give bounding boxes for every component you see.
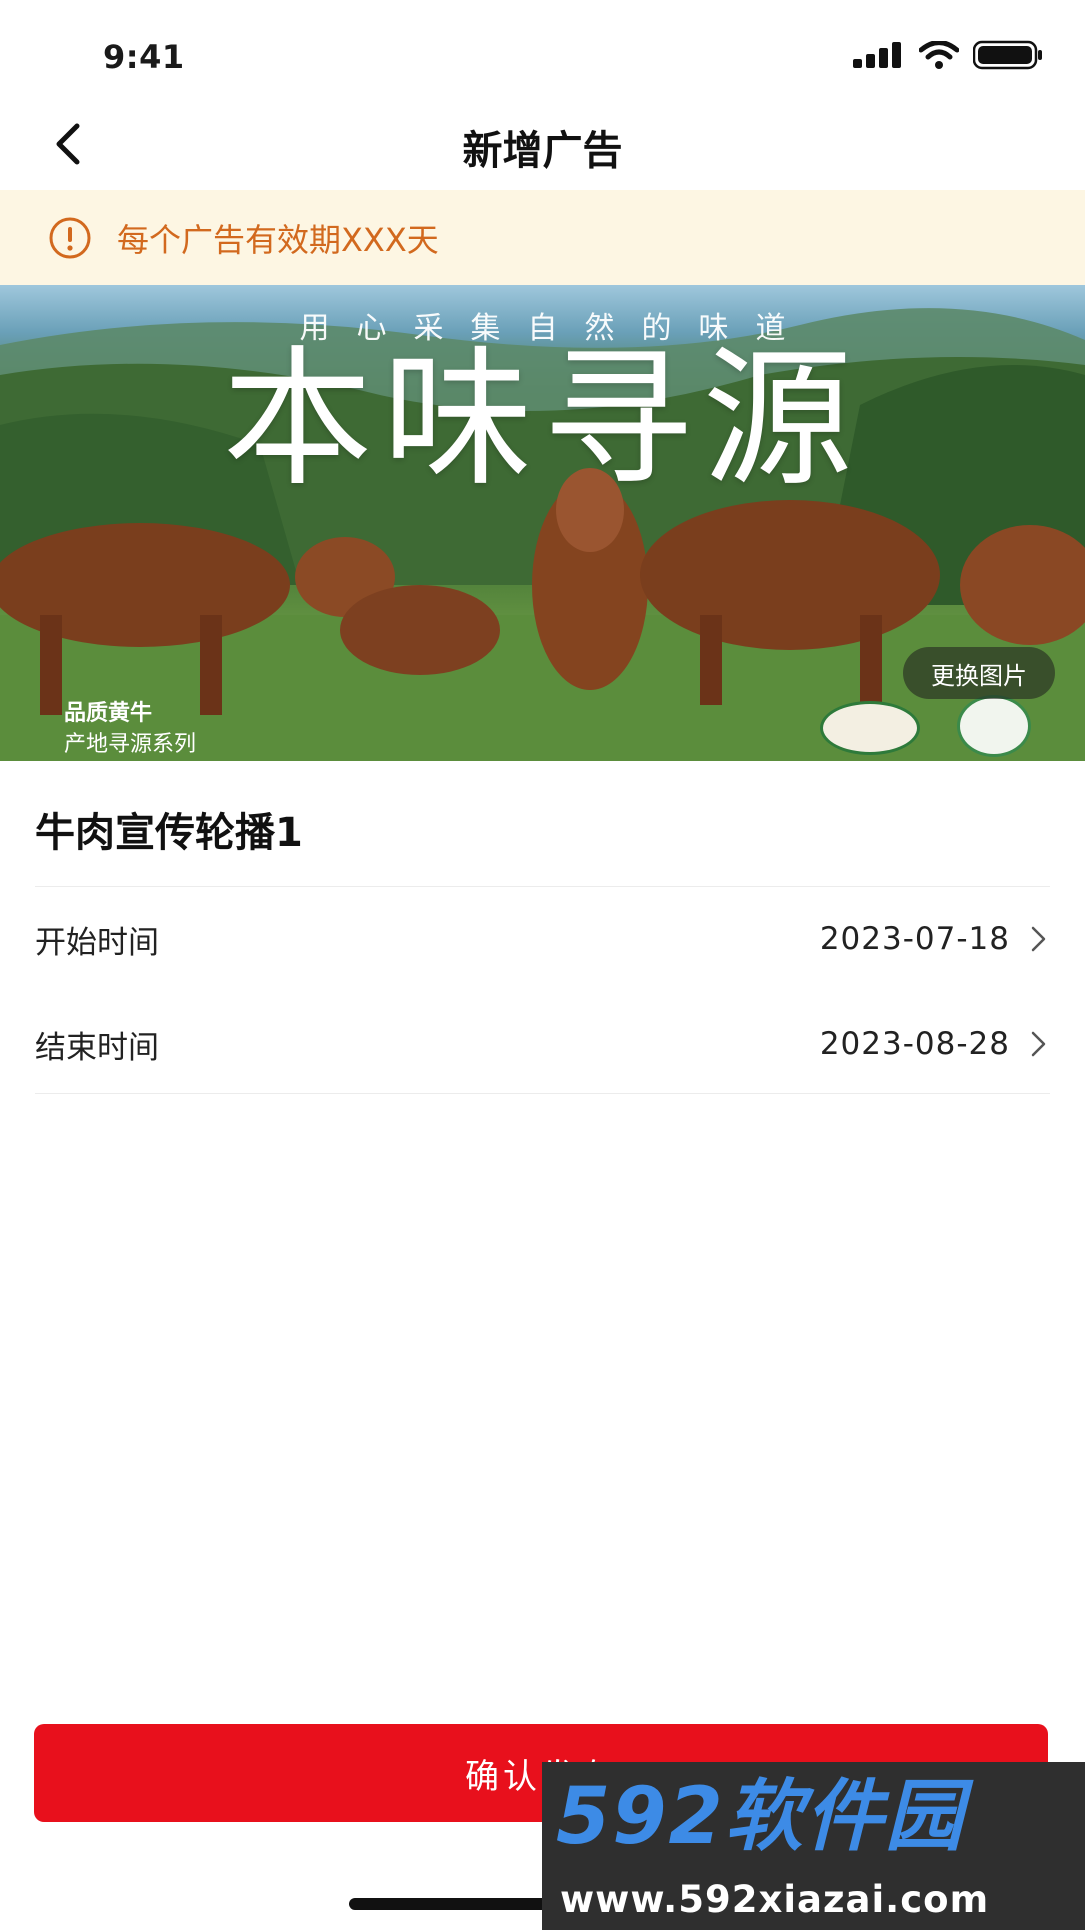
banner-title: 本味寻源 — [222, 333, 863, 507]
end-time-value: 2023-08-28 — [819, 1026, 1010, 1062]
ad-banner-image: 用心采集自然的味道 本味寻源 品质黄牛 产地寻源系列 更换图片 — [0, 285, 1085, 761]
divider — [35, 1093, 1050, 1094]
status-icons — [853, 40, 1043, 70]
green-food-badge — [957, 695, 1031, 757]
status-time: 9:41 — [103, 38, 185, 76]
chevron-right-icon — [1031, 1031, 1046, 1057]
start-time-row[interactable]: 开始时间 2023-07-18 — [35, 904, 1050, 974]
certification-badge — [820, 701, 920, 755]
page-title: 新增广告 — [462, 128, 623, 174]
start-time-label: 开始时间 — [35, 924, 159, 961]
nav-bar: 新增广告 — [0, 100, 1085, 190]
chevron-right-icon — [1031, 926, 1046, 952]
exclamation-circle-icon — [49, 217, 91, 258]
notice-text: 每个广告有效期XXX天 — [117, 220, 439, 259]
watermark-url: www.592xiazai.com — [560, 1878, 990, 1921]
start-time-value: 2023-07-18 — [819, 921, 1010, 957]
change-image-button[interactable]: 更换图片 — [903, 647, 1055, 699]
cellular-signal-icon — [853, 42, 901, 68]
end-time-row[interactable]: 结束时间 2023-08-28 — [35, 1009, 1050, 1079]
end-time-label: 结束时间 — [35, 1029, 159, 1066]
divider — [35, 886, 1050, 887]
ad-name[interactable]: 牛肉宣传轮播1 — [35, 800, 303, 858]
banner-subtitle-1: 品质黄牛 — [64, 701, 153, 726]
watermark-logo: 592软件园 — [556, 1772, 965, 1862]
wifi-icon — [919, 41, 959, 69]
validity-notice: 每个广告有效期XXX天 — [0, 190, 1085, 285]
watermark: 592软件园 www.592xiazai.com — [542, 1762, 1085, 1930]
battery-icon — [973, 40, 1042, 70]
banner-subtitle-2: 产地寻源系列 — [64, 732, 197, 757]
status-bar: 9:41 — [0, 0, 1085, 110]
